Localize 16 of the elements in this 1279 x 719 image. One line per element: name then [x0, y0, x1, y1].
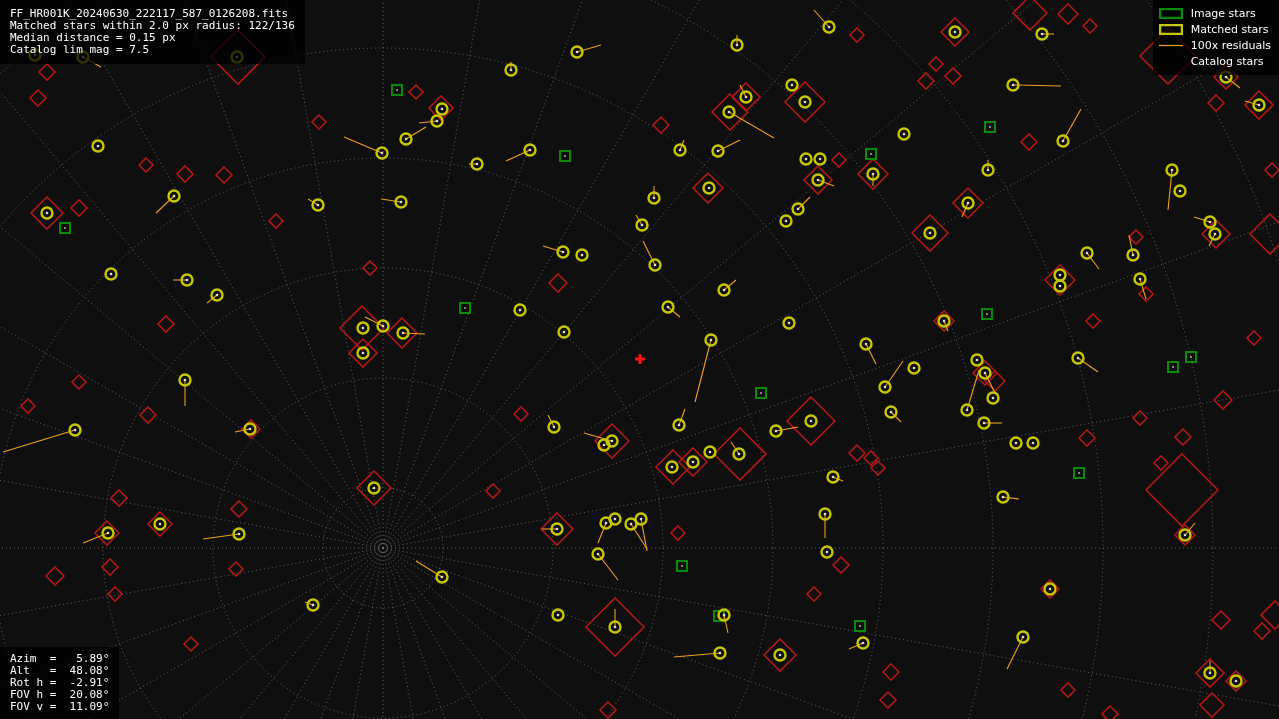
info-text: Catalog lim mag = 7.5 — [10, 44, 151, 56]
pointing-text: Azim = 5.89° — [10, 653, 110, 665]
legend-label: Image stars — [1190, 7, 1256, 20]
pointing-text: FOV h = 20.08° — [10, 689, 110, 701]
info-text: Median distance = 0.15 px — [10, 32, 177, 44]
info-text: FF_HR001K_20240630_222117_587_0126208.fits — [10, 8, 290, 20]
image-star-marker-icon — [1158, 8, 1183, 19]
pointing-text: FOV v = 11.09° — [10, 701, 110, 713]
legend-label: 100x residuals — [1190, 39, 1271, 52]
matched-star-marker-icon — [1158, 24, 1183, 35]
pointing-text: Alt = 48.08° — [10, 665, 110, 677]
residual-line-icon — [1158, 44, 1183, 47]
legend-label: Matched stars — [1190, 23, 1269, 36]
legend-label: Catalog stars — [1190, 55, 1264, 68]
pointing-text: Rot h = -2.91° — [10, 677, 110, 689]
info-text: Matched stars within 2.0 px radius: 122/136 — [10, 20, 295, 32]
